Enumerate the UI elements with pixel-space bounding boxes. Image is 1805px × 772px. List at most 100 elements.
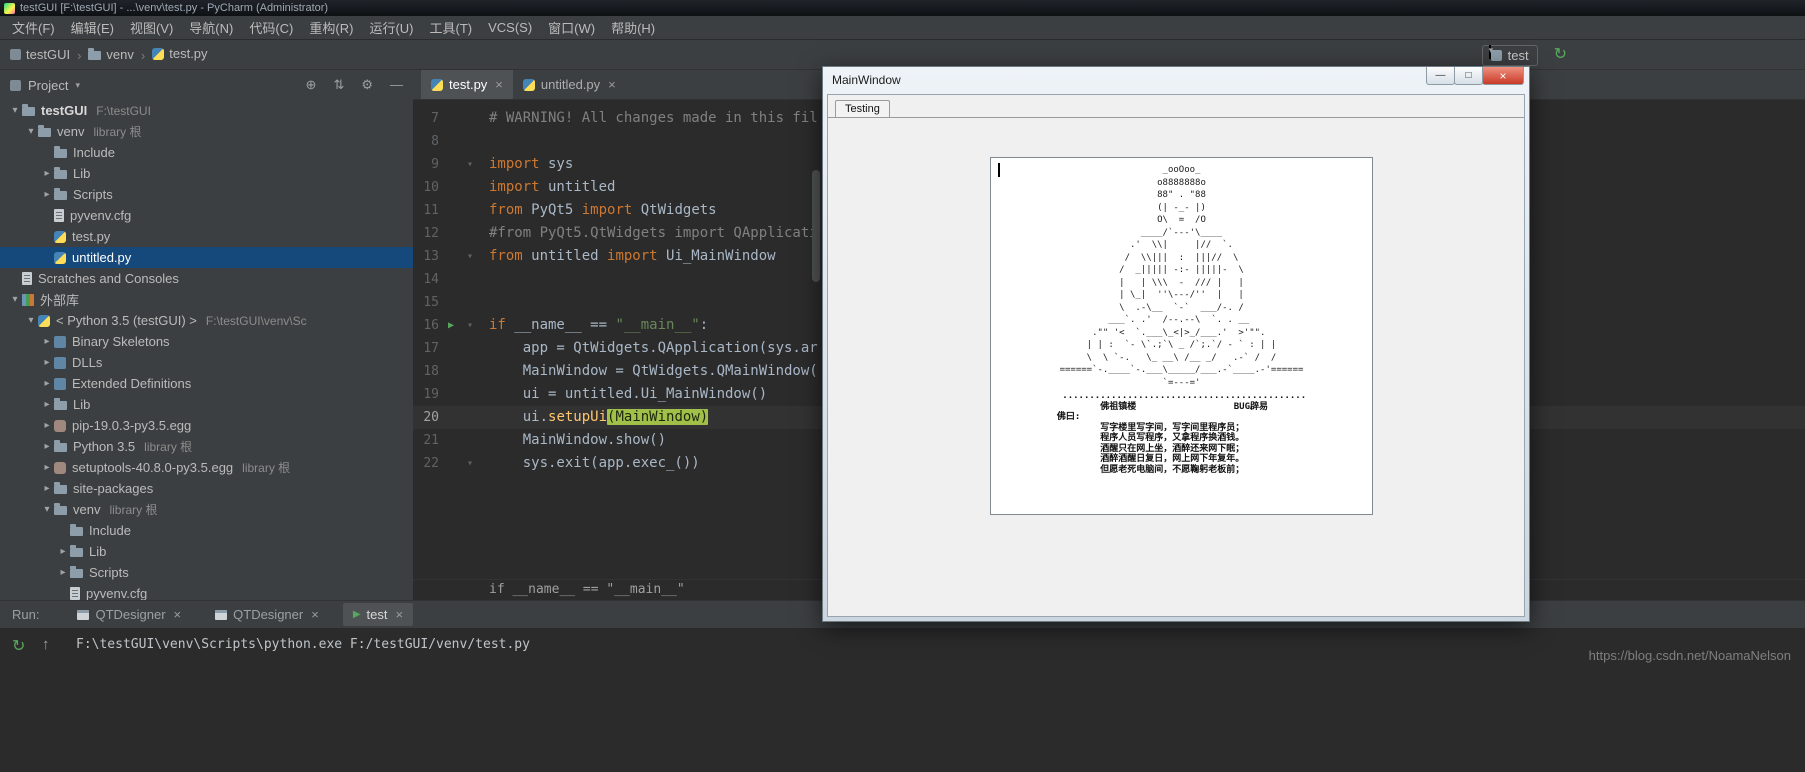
editor-tab[interactable]: untitled.py × <box>513 70 626 99</box>
tree-arrow-right-icon[interactable]: ▸ <box>40 462 54 473</box>
tree-item[interactable]: pyvenv.cfg <box>0 205 413 226</box>
breadcrumb-item[interactable]: venv <box>88 47 134 62</box>
menu-item[interactable]: 重构(R) <box>301 16 361 39</box>
tree-item[interactable]: ▸ Lib <box>0 163 413 184</box>
tree-item[interactable]: ▾ venv library 根 <box>0 121 413 142</box>
tree-item[interactable]: ▸ Scripts <box>0 562 413 583</box>
text-edit[interactable]: _ooOoo_ o8888888o 88" . "88 (| -_- |) O\… <box>990 157 1373 515</box>
tab-close-icon[interactable]: × <box>174 607 182 622</box>
run-line-icon[interactable]: ▶ <box>448 314 454 337</box>
sync-icon[interactable]: ↻ <box>1554 47 1567 63</box>
tree-arrow-down-icon[interactable]: ▾ <box>8 294 22 305</box>
tree-arrow-right-icon[interactable]: ▸ <box>56 546 70 557</box>
line-number: 10 <box>423 180 439 195</box>
menu-item[interactable]: 视图(V) <box>122 16 181 39</box>
chevron-down-icon[interactable]: ▾ <box>75 80 80 91</box>
tree-item[interactable]: Include <box>0 142 413 163</box>
tree-item[interactable]: ▸ site-packages <box>0 478 413 499</box>
window-titlebar: testGUI [F:\testGUI] - ...\venv\test.py … <box>0 0 1805 16</box>
tree-label: < Python 3.5 (testGUI) > <box>56 313 197 328</box>
tree-item[interactable]: ▸ Lib <box>0 541 413 562</box>
project-panel-header: Project ▾ ⊕ ⇅ ⚙ — <box>0 70 413 100</box>
tree-item[interactable]: pyvenv.cfg <box>0 583 413 600</box>
tree-arrow-down-icon[interactable]: ▾ <box>8 105 22 116</box>
tree-item[interactable]: ▾ venv library 根 <box>0 499 413 520</box>
editor-tab[interactable]: test.py × <box>421 70 513 99</box>
run-tab[interactable]: QTDesigner × <box>67 603 191 626</box>
tree-arrow-right-icon[interactable]: ▸ <box>40 357 54 368</box>
tree-item[interactable]: Include <box>0 520 413 541</box>
binlib-icon <box>54 356 66 369</box>
tree-item[interactable]: untitled.py <box>0 247 413 268</box>
run-tab[interactable]: ▶ test × <box>342 603 414 626</box>
hide-panel-icon[interactable]: — <box>390 77 403 93</box>
tree-item[interactable]: ▸ DLLs <box>0 352 413 373</box>
tree-item[interactable]: ▸ Lib <box>0 394 413 415</box>
fold-icon[interactable]: ▾ <box>467 245 473 268</box>
menu-item[interactable]: 帮助(H) <box>603 16 663 39</box>
tree-item[interactable]: ▾ 外部库 <box>0 289 413 310</box>
tab-close-icon[interactable]: × <box>311 607 319 622</box>
tree-arrow-right-icon[interactable]: ▸ <box>40 483 54 494</box>
tree-arrow-right-icon[interactable]: ▸ <box>40 168 54 179</box>
tree-item[interactable]: ▾ < Python 3.5 (testGUI) > F:\testGUI\venv… <box>0 310 413 331</box>
qt-window-titlebar[interactable]: MainWindow — □ × <box>823 67 1529 92</box>
tree-arrow-right-icon[interactable]: ▸ <box>40 441 54 452</box>
menu-item[interactable]: 代码(C) <box>241 16 301 39</box>
tab-testing[interactable]: Testing <box>835 100 890 118</box>
project-icon <box>10 48 21 60</box>
run-configuration-selector[interactable]: test ▾ <box>1481 44 1538 66</box>
tree-item[interactable]: ▸ Python 3.5 library 根 <box>0 436 413 457</box>
menu-item[interactable]: VCS(S) <box>480 18 540 37</box>
tree-item[interactable]: Scratches and Consoles <box>0 268 413 289</box>
menu-item[interactable]: 窗口(W) <box>540 16 603 39</box>
tree-arrow-right-icon[interactable]: ▸ <box>40 420 54 431</box>
tree-arrow-right-icon[interactable]: ▸ <box>40 336 54 347</box>
tree-label: Binary Skeletons <box>72 334 170 349</box>
tab-close-icon[interactable]: × <box>608 77 616 92</box>
menu-item[interactable]: 运行(U) <box>361 16 421 39</box>
fold-icon[interactable]: ▾ <box>467 314 473 337</box>
menu-bar: 文件(F) 编辑(E) 视图(V) 导航(N) 代码(C) 重构(R) 运行(U) 工具(T)… <box>0 16 1805 40</box>
tree-item[interactable]: ▾ testGUI F:\testGUI <box>0 100 413 121</box>
tree-label: pyvenv.cfg <box>70 208 132 223</box>
minimize-button[interactable]: — <box>1426 67 1455 85</box>
project-tree: ▾ testGUI F:\testGUI ▾ venv library 根 Include ▸… <box>0 100 413 600</box>
tree-item[interactable]: ▸ setuptools-40.8.0-py3.5.egg library 根 <box>0 457 413 478</box>
binlib-icon <box>54 377 66 390</box>
menu-item[interactable]: 导航(N) <box>181 16 241 39</box>
collapse-all-icon[interactable]: ⇅ <box>333 77 344 93</box>
up-stack-trace-icon[interactable]: ↑ <box>42 636 50 653</box>
editor-scrollbar[interactable] <box>812 170 820 282</box>
run-tab[interactable]: QTDesigner × <box>205 603 329 626</box>
settings-gear-icon[interactable]: ⚙ <box>361 77 373 93</box>
menu-item[interactable]: 编辑(E) <box>63 16 122 39</box>
tree-item[interactable]: ▸ pip-19.0.3-py3.5.egg <box>0 415 413 436</box>
locate-file-icon[interactable]: ⊕ <box>306 77 317 93</box>
tree-arrow-right-icon[interactable]: ▸ <box>40 378 54 389</box>
tree-item[interactable]: test.py <box>0 226 413 247</box>
tree-arrow-down-icon[interactable]: ▾ <box>24 315 38 326</box>
tab-close-icon[interactable]: × <box>495 77 503 92</box>
folder-icon <box>54 146 67 158</box>
tab-close-icon[interactable]: × <box>395 607 403 622</box>
tree-item[interactable]: ▸ Scripts <box>0 184 413 205</box>
tree-arrow-down-icon[interactable]: ▾ <box>24 126 38 137</box>
tree-arrow-right-icon[interactable]: ▸ <box>56 567 70 578</box>
close-button[interactable]: × <box>1482 67 1524 85</box>
gutter: 8 <box>413 130 479 153</box>
menu-item[interactable]: 工具(T) <box>421 16 480 39</box>
window-title: testGUI [F:\testGUI] - ...\venv\test.py … <box>20 2 329 14</box>
tree-item[interactable]: ▸ Extended Definitions <box>0 373 413 394</box>
tree-item[interactable]: ▸ Binary Skeletons <box>0 331 413 352</box>
tree-arrow-down-icon[interactable]: ▾ <box>40 504 54 515</box>
fold-icon[interactable]: ▾ <box>467 452 473 475</box>
menu-item[interactable]: 文件(F) <box>4 16 63 39</box>
rerun-icon[interactable]: ↻ <box>12 636 25 656</box>
breadcrumb-item[interactable]: testGUI <box>10 47 70 62</box>
tree-arrow-right-icon[interactable]: ▸ <box>40 189 54 200</box>
maximize-button[interactable]: □ <box>1454 67 1483 85</box>
tree-arrow-right-icon[interactable]: ▸ <box>40 399 54 410</box>
breadcrumb-item[interactable]: test.py <box>152 46 208 61</box>
fold-icon[interactable]: ▾ <box>467 153 473 176</box>
